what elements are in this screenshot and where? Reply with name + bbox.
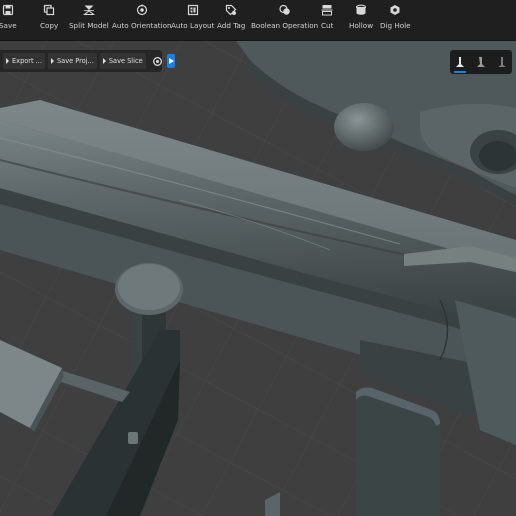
- export-label: Export ...: [12, 57, 42, 65]
- caret-icon: [102, 58, 106, 64]
- save-project-label: Save Proj...: [56, 57, 94, 65]
- view-mode-3-icon[interactable]: [495, 53, 509, 71]
- caret-icon: [6, 58, 9, 64]
- copy-button[interactable]: Copy: [40, 4, 58, 30]
- boolean-operation-label: Boolean Operation: [251, 21, 319, 30]
- file-action-bar: Export ... Save Proj... Save Slice: [0, 50, 175, 72]
- hollow-icon: [355, 4, 367, 16]
- model-scene: [0, 41, 516, 516]
- copy-icon: [43, 4, 55, 16]
- auto-orientation-icon: [136, 4, 148, 16]
- cut-icon: [321, 4, 333, 16]
- split-model-label: Split Model: [69, 21, 109, 30]
- save-slice-button[interactable]: Save Slice: [99, 53, 146, 69]
- view-mode-2-icon[interactable]: [474, 53, 488, 71]
- cut-button[interactable]: Cut: [321, 4, 333, 30]
- dig-hole-button[interactable]: Dig Hole: [380, 4, 411, 30]
- split-model-icon: [82, 4, 95, 16]
- save-label: Save: [0, 21, 17, 30]
- add-tag-button[interactable]: Add Tag: [217, 4, 245, 30]
- tag-icon: [225, 4, 237, 16]
- gear-icon[interactable]: [152, 54, 163, 68]
- hollow-label: Hollow: [349, 21, 374, 30]
- caret-icon: [50, 58, 54, 64]
- split-model-button[interactable]: Split Model: [69, 4, 109, 30]
- view-mode-switcher: [450, 50, 512, 74]
- boolean-icon: [278, 4, 291, 16]
- save-icon: [2, 4, 14, 16]
- knob-shape: [334, 103, 394, 151]
- 3d-viewport[interactable]: [0, 41, 516, 516]
- dig-hole-label: Dig Hole: [380, 21, 411, 30]
- add-tag-label: Add Tag: [217, 21, 246, 30]
- save-project-button[interactable]: Save Proj...: [47, 53, 97, 69]
- cut-label: Cut: [321, 21, 334, 30]
- play-icon[interactable]: [166, 54, 175, 68]
- view-mode-1-icon[interactable]: [453, 53, 467, 73]
- auto-layout-icon: [187, 4, 199, 16]
- save-button[interactable]: Save: [0, 4, 17, 30]
- auto-layout-button[interactable]: Auto Layout: [171, 4, 214, 30]
- auto-orientation-label: Auto Orientation: [112, 21, 172, 30]
- boolean-operation-button[interactable]: Boolean Operation: [251, 4, 318, 30]
- save-slice-label: Save Slice: [108, 57, 143, 65]
- auto-orientation-button[interactable]: Auto Orientation: [112, 4, 172, 30]
- hollow-button[interactable]: Hollow: [349, 4, 373, 30]
- dig-hole-icon: [389, 4, 401, 16]
- auto-layout-label: Auto Layout: [171, 21, 215, 30]
- top-toolbar: Save Copy Split Model Auto Orientation A…: [0, 0, 516, 41]
- copy-label: Copy: [40, 21, 59, 30]
- export-button[interactable]: Export ...: [3, 53, 45, 69]
